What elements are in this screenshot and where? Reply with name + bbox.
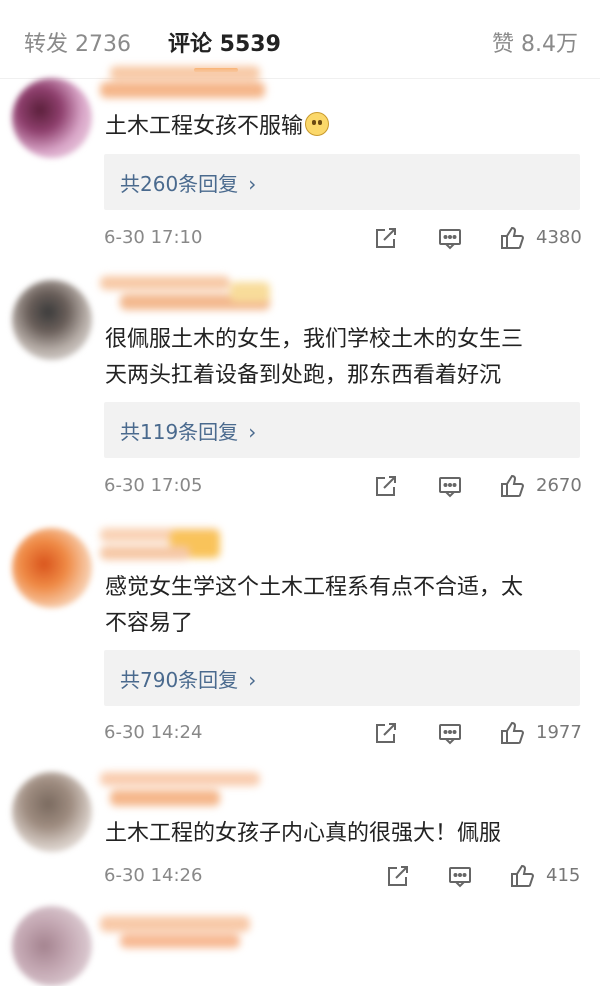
comment-time: 6-30 17:10 [104, 227, 203, 248]
comment-icon[interactable] [446, 862, 476, 892]
comment-meta: 6-30 14:26 415 [104, 862, 584, 894]
tab-likes[interactable]: 赞 8.4万 [492, 26, 578, 58]
comment-text: 很佩服土木的女生，我们学校土木的女生三 天两头扛着设备到处跑，那东西看着好沉 [105, 327, 524, 388]
comment-meta: 6-30 17:05 2670 [104, 472, 584, 504]
avatar[interactable] [12, 78, 92, 158]
comment-icon[interactable] [436, 472, 466, 502]
avatar[interactable] [12, 528, 92, 608]
comment-tabs: 转发 2736 评论 5539 赞 8.4万 [0, 0, 600, 79]
comment-text: 土木工程女孩不服输 [105, 109, 585, 145]
username-blurred[interactable] [100, 272, 275, 316]
thumbs-up-icon[interactable] [498, 472, 528, 502]
avatar[interactable] [12, 906, 92, 986]
thumbs-up-icon[interactable] [508, 862, 538, 892]
comment-meta: 6-30 14:24 1977 [104, 719, 584, 751]
comment-text: 土木工程的女孩子内心真的很强大！佩服 [105, 821, 502, 846]
chevron-right-icon: › [248, 172, 257, 196]
avatar[interactable] [12, 772, 92, 852]
comment-icon[interactable] [436, 224, 466, 254]
tab-comments[interactable]: 评论 5539 [168, 26, 281, 72]
chevron-right-icon: › [248, 668, 257, 692]
like-count: 415 [546, 865, 581, 886]
username-blurred[interactable] [100, 768, 275, 812]
emoji-icon [305, 112, 330, 136]
like-count: 1977 [536, 722, 582, 743]
thumbs-up-icon[interactable] [498, 719, 528, 749]
comment-meta: 6-30 17:10 4380 [104, 224, 584, 256]
replies-button[interactable]: 共790条回复 › [104, 650, 580, 706]
username-blurred[interactable] [100, 60, 275, 104]
repost-icon[interactable] [384, 862, 414, 892]
replies-button[interactable]: 共260条回复 › [104, 154, 580, 210]
like-count: 2670 [536, 475, 582, 496]
comment-time: 6-30 14:24 [104, 722, 203, 743]
comment-icon[interactable] [436, 719, 466, 749]
chevron-right-icon: › [248, 420, 257, 444]
comment-time: 6-30 14:26 [104, 865, 203, 886]
thumbs-up-icon[interactable] [498, 224, 528, 254]
avatar[interactable] [12, 280, 92, 360]
repost-icon[interactable] [372, 719, 402, 749]
repost-icon[interactable] [372, 472, 402, 502]
username-blurred[interactable] [100, 522, 275, 566]
replies-button[interactable]: 共119条回复 › [104, 402, 580, 458]
repost-icon[interactable] [372, 224, 402, 254]
like-count: 4380 [536, 227, 582, 248]
comment-text: 感觉女生学这个土木工程系有点不合适，太 不容易了 [105, 575, 524, 636]
username-blurred[interactable] [100, 908, 275, 952]
tab-reposts[interactable]: 转发 2736 [24, 26, 131, 58]
comment-time: 6-30 17:05 [104, 475, 203, 496]
